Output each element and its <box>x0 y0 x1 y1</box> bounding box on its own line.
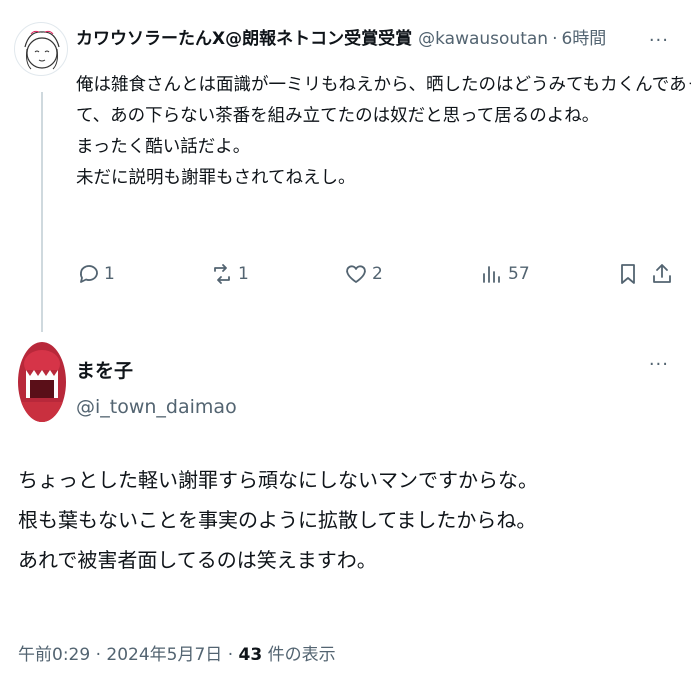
separator: · <box>95 645 101 665</box>
reply-button[interactable]: 1 <box>76 262 115 286</box>
share-button[interactable] <box>650 262 674 286</box>
like-button[interactable]: 2 <box>344 262 383 286</box>
retweet-button[interactable]: 1 <box>210 262 249 286</box>
tweet-line: あれで被害者面してるのは笑えますわ。 <box>18 548 377 572</box>
post-date[interactable]: 2024年5月7日 <box>106 645 222 665</box>
reply-text: 俺は雑食さんとは面識が一ミリもねえから、晒したのはどうみてもカくんであっ て、あ… <box>76 70 691 194</box>
reply-line: 未だに説明も謝罪もされてねえし。 <box>76 168 356 188</box>
reply-line: まったく酷い話だよ。 <box>76 137 251 157</box>
tweet-line: 根も葉もないことを事実のように拡散してましたからね。 <box>18 508 537 532</box>
views-count: 57 <box>508 264 530 284</box>
bookmark-icon <box>621 264 635 284</box>
reply-count: 1 <box>104 264 115 284</box>
author-handle[interactable]: @kawausoutan <box>418 28 548 50</box>
thread-connector-line <box>41 92 43 332</box>
red-monster-avatar-icon <box>18 342 66 422</box>
retweet-icon <box>214 264 230 284</box>
heart-icon <box>346 265 366 283</box>
post-time[interactable]: 午前0:29 <box>18 645 90 665</box>
views-count: 43 <box>238 645 263 665</box>
reply-line: て、あの下らない茶番を組み立てたのは奴だと思って居るのよね。 <box>76 106 600 126</box>
action-bar: 1 1 2 57 <box>76 262 676 292</box>
retweet-count: 1 <box>238 264 249 284</box>
reply-header: カワウソラーたんX@朗報ネトコン受賞受賞 @kawausoutan · 6時間 <box>76 28 606 50</box>
views-bar-chart-icon <box>483 266 500 283</box>
share-icon <box>653 264 671 283</box>
tweet-line: ちょっとした軽い謝罪すら頑なにしないマンですからな。 <box>18 468 538 492</box>
views-label: 件の表示 <box>267 645 336 665</box>
author-name[interactable]: カワウソラーたんX@朗報ネトコン受賞受賞 <box>76 28 412 50</box>
bookmark-button[interactable] <box>616 262 640 286</box>
reply-line: 俺は雑食さんとは面識が一ミリもねえから、晒したのはどうみてもカくんであっ <box>76 75 691 95</box>
avatar[interactable] <box>18 342 66 422</box>
more-options-icon[interactable]: ··· <box>649 32 669 50</box>
tweet-meta: 午前0:29 · 2024年5月7日 · 43 件の表示 <box>18 640 336 665</box>
views-button[interactable]: 57 <box>480 262 530 286</box>
cartoon-avatar-icon <box>24 30 60 70</box>
tweet-text: ちょっとした軽い謝罪すら頑なにしないマンですからな。 根も葉もないことを事実のよ… <box>18 460 678 580</box>
more-options-icon[interactable]: ··· <box>649 356 669 374</box>
like-count: 2 <box>372 264 383 284</box>
separator: · <box>552 29 558 49</box>
separator: · <box>227 645 234 665</box>
reply-icon <box>80 265 98 283</box>
avatar[interactable] <box>14 22 68 76</box>
author-name[interactable]: まを子 <box>76 356 133 383</box>
timestamp[interactable]: 6時間 <box>561 28 606 50</box>
author-handle[interactable]: @i_town_daimao <box>76 396 237 418</box>
